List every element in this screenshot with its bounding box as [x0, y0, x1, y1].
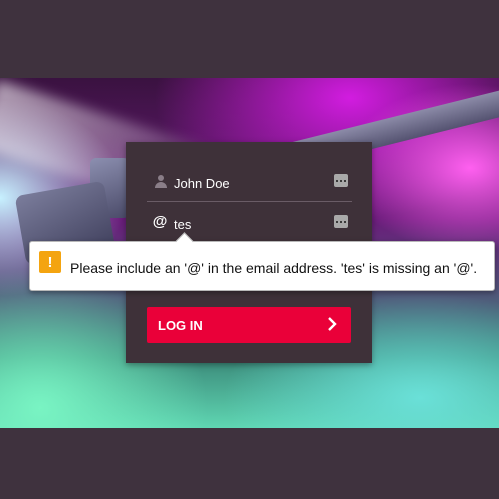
person-icon [154, 174, 168, 188]
login-button-label: LOG IN [158, 317, 203, 333]
login-button[interactable]: LOG IN [147, 307, 351, 343]
name-field[interactable]: John Doe [147, 164, 352, 202]
autofill-menu-icon[interactable] [334, 215, 348, 228]
validation-message: Please include an '@' in the email addre… [70, 260, 478, 276]
chevron-right-icon [323, 315, 341, 333]
email-input-value[interactable]: tes [174, 217, 191, 232]
warning-icon: ! [39, 251, 61, 273]
at-icon: @ [152, 212, 168, 230]
name-input-value[interactable]: John Doe [174, 176, 230, 191]
validation-tooltip: ! Please include an '@' in the email add… [29, 241, 495, 291]
autofill-menu-icon[interactable] [334, 174, 348, 187]
